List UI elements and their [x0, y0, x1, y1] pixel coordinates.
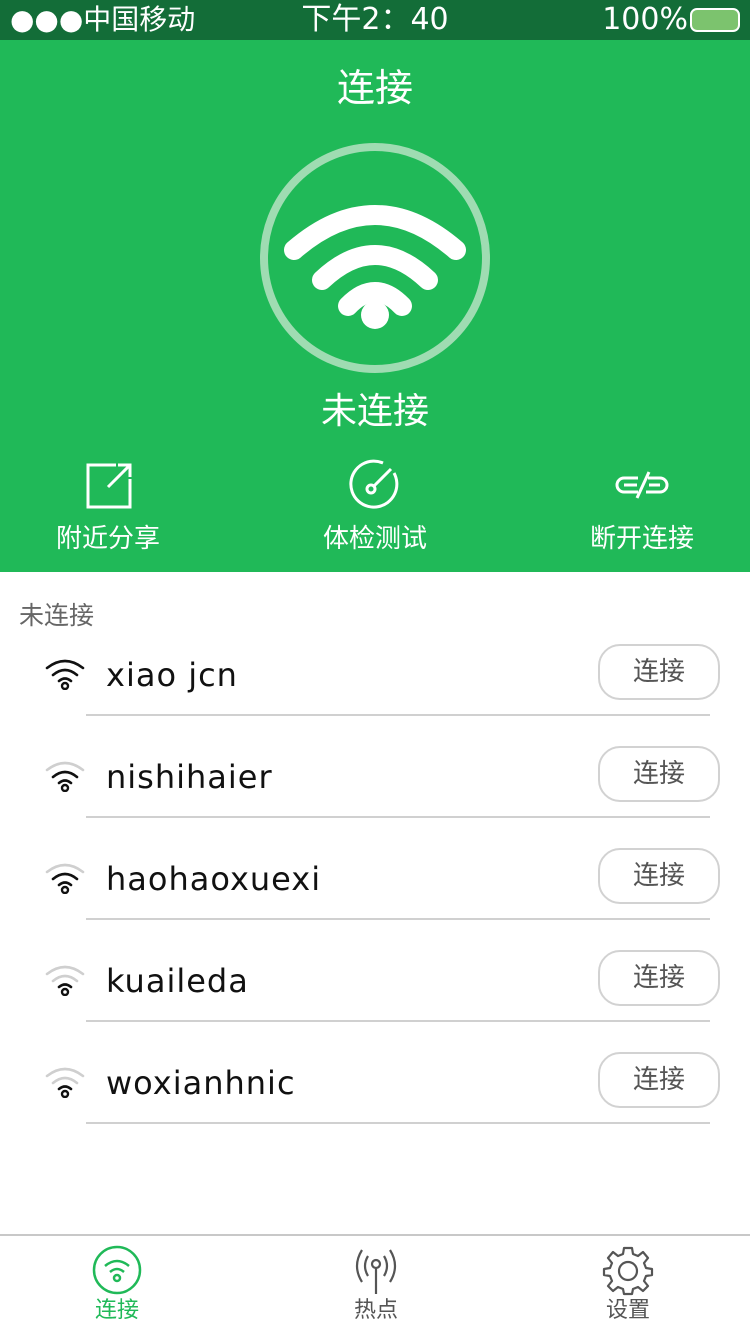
signal-arc	[45, 761, 85, 772]
tab-connect[interactable]: 连接	[57, 1244, 177, 1326]
signal-arc	[57, 779, 73, 785]
battery-percent: 100%	[602, 2, 688, 37]
signal-arc	[51, 1076, 79, 1085]
signal-arc	[57, 677, 73, 683]
network-list: xiao jcn 连接 nishihaier 连接 haohaoxuexi 连接…	[0, 640, 750, 1150]
signal-dot	[60, 783, 70, 792]
row-divider	[86, 714, 710, 716]
network-row[interactable]: xiao jcn 连接	[0, 640, 750, 742]
speed-test-button[interactable]: 体检测试	[275, 455, 475, 557]
wifi-icon	[284, 205, 466, 329]
hotspot-icon	[355, 1249, 397, 1294]
network-ssid: haohaoxuexi	[106, 860, 322, 898]
page-title: 连接	[336, 66, 413, 110]
signal-dot	[60, 987, 70, 996]
signal-arc	[57, 983, 73, 989]
nearby-share-label: 附近分享	[55, 524, 160, 554]
network-row[interactable]: woxianhnic 连接	[0, 1048, 750, 1150]
tab-connect-label: 连接	[94, 1298, 139, 1323]
network-section-label: 未连接	[19, 601, 95, 630]
signal-dot	[60, 681, 70, 690]
status-bar: ●●●中国移动 下午2：40 100%	[0, 0, 750, 40]
connect-button[interactable]: 连接	[598, 950, 720, 1006]
row-divider	[86, 918, 710, 920]
connection-header: 连接 未连接 附近分享 体检测试 断开连接	[0, 40, 750, 572]
quick-actions: 附近分享 体检测试 断开连接	[0, 455, 750, 565]
connection-status: 未连接	[320, 391, 429, 432]
speed-test-label: 体检测试	[322, 524, 427, 554]
disconnect-label: 断开连接	[589, 524, 694, 554]
connect-button[interactable]: 连接	[598, 848, 720, 904]
share-icon	[86, 463, 132, 509]
network-ssid: kuaileda	[106, 962, 249, 1000]
connect-button[interactable]: 连接	[598, 746, 720, 802]
signal-arc	[51, 974, 79, 983]
signal-arc	[51, 872, 79, 881]
signal-arc	[45, 965, 85, 976]
network-row[interactable]: haohaoxuexi 连接	[0, 844, 750, 946]
signal-arc	[45, 659, 85, 670]
network-ssid: xiao jcn	[106, 656, 238, 694]
wifi-signal-icon	[45, 761, 85, 792]
connect-button[interactable]: 连接	[598, 644, 720, 700]
signal-arc	[57, 1085, 73, 1091]
network-ssid: woxianhnic	[106, 1064, 296, 1102]
connect-button[interactable]: 连接	[598, 1052, 720, 1108]
tab-bar: 连接 热点 设置	[0, 1234, 750, 1334]
wifi-signal-icon	[45, 1067, 85, 1098]
wifi-signal-icon	[45, 863, 85, 894]
signal-arc	[51, 770, 79, 779]
speed-test-icon	[349, 459, 399, 509]
nearby-share-button[interactable]: 附近分享	[8, 455, 208, 557]
signal-arc	[51, 668, 79, 677]
row-divider	[86, 1020, 710, 1022]
wifi-circle-icon	[92, 1245, 142, 1295]
signal-dot	[60, 1089, 70, 1098]
signal-arc	[45, 863, 85, 874]
network-row[interactable]: kuaileda 连接	[0, 946, 750, 1048]
battery-icon	[690, 8, 740, 32]
signal-arc	[57, 881, 73, 887]
signal-dot	[60, 885, 70, 894]
network-ssid: nishihaier	[106, 758, 273, 796]
wifi-signal-icon	[45, 965, 85, 996]
signal-arc	[45, 1067, 85, 1078]
tab-settings[interactable]: 设置	[568, 1244, 688, 1326]
tab-hotspot[interactable]: 热点	[316, 1244, 436, 1326]
tab-settings-label: 设置	[605, 1298, 650, 1323]
row-divider	[86, 1122, 710, 1124]
wifi-signal-icon	[45, 659, 85, 690]
network-row[interactable]: nishihaier 连接	[0, 742, 750, 844]
row-divider	[86, 816, 710, 818]
unlink-icon	[615, 471, 669, 499]
tab-hotspot-label: 热点	[353, 1298, 398, 1323]
disconnect-button[interactable]: 断开连接	[542, 455, 742, 557]
gear-icon	[602, 1246, 654, 1296]
